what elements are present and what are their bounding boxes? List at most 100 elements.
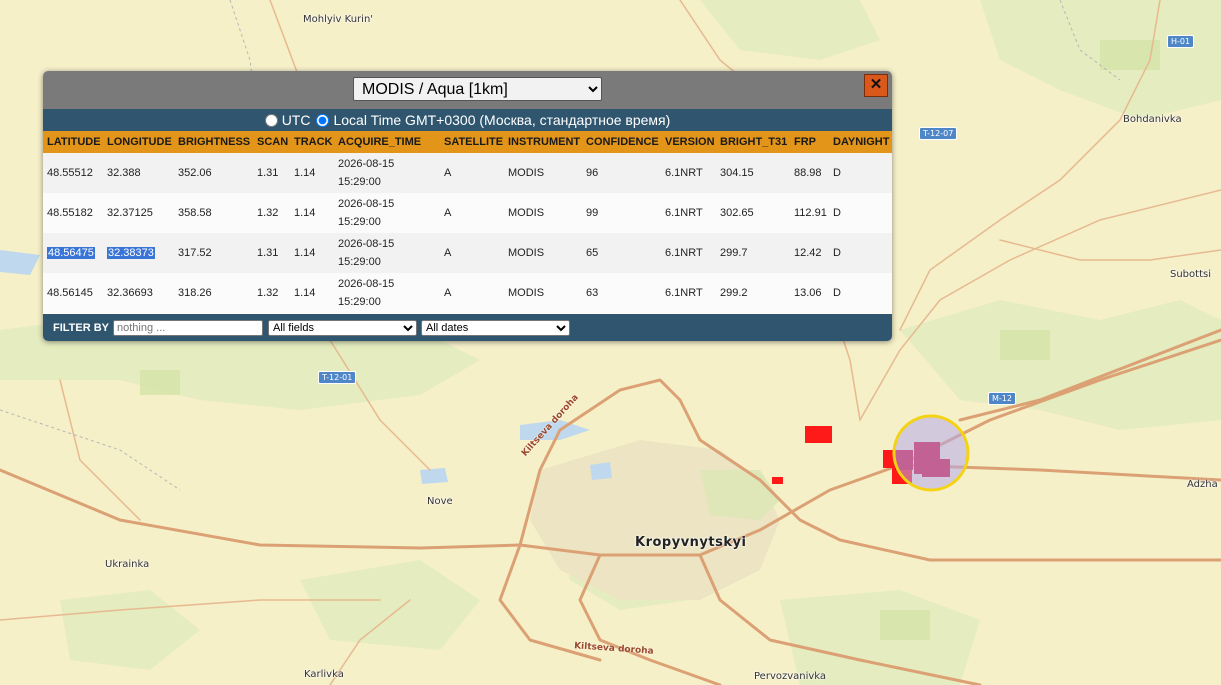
cell-latitude: 48.55512 <box>43 153 103 193</box>
cell-version: 6.1NRT <box>661 273 716 313</box>
filter-date-select[interactable]: All dates <box>421 319 571 336</box>
cell-longitude: 32.37125 <box>103 193 174 233</box>
cell-satellite: A <box>440 233 504 273</box>
cell-confidence: 65 <box>582 233 661 273</box>
fire-data-table: LATITUDE LONGITUDE BRIGHTNESS SCAN TRACK… <box>43 131 892 313</box>
table-header-row: LATITUDE LONGITUDE BRIGHTNESS SCAN TRACK… <box>43 131 892 153</box>
cell-acquire-time: 2026-08-15 15:29:00 <box>334 273 440 313</box>
column-header-brightness[interactable]: BRIGHTNESS <box>174 131 253 153</box>
column-header-track[interactable]: TRACK <box>290 131 334 153</box>
local-time-option[interactable]: Local Time GMT+0300 (Москва, стандартное… <box>316 112 670 128</box>
filter-text-input[interactable] <box>113 319 264 336</box>
table-row[interactable]: 48.56145 32.36693 318.26 1.32 1.14 2026-… <box>43 273 892 313</box>
acquire-date: 2026-08-15 <box>338 158 395 170</box>
cell-confidence: 63 <box>582 273 661 313</box>
cell-acquire-time: 2026-08-15 15:29:00 <box>334 233 440 273</box>
cell-track: 1.14 <box>290 153 334 193</box>
popup-header: MODIS / Aqua [1km] ✕ <box>43 71 892 109</box>
cell-latitude: 48.56145 <box>43 273 103 313</box>
timezone-bar: UTC Local Time GMT+0300 (Москва, стандар… <box>43 109 892 131</box>
column-header-daynight[interactable]: DAYNIGHT <box>829 131 892 153</box>
selected-text: 48.56475 <box>47 247 95 259</box>
cell-instrument: MODIS <box>504 153 582 193</box>
cell-bright-t31: 302.65 <box>716 193 790 233</box>
utc-option[interactable]: UTC <box>264 112 311 128</box>
close-icon: ✕ <box>869 76 883 93</box>
cell-track: 1.14 <box>290 193 334 233</box>
filter-by-label: FILTER BY <box>53 321 110 334</box>
cell-scan: 1.32 <box>253 193 290 233</box>
place-label-adzha: Adzha <box>1187 479 1218 490</box>
cell-bright-t31: 299.7 <box>716 233 790 273</box>
cell-scan: 1.31 <box>253 153 290 193</box>
cell-frp: 12.42 <box>790 233 829 273</box>
place-label-subottsi: Subottsi <box>1170 269 1211 280</box>
acquire-time: 15:29:00 <box>338 176 381 188</box>
utc-radio[interactable] <box>264 113 278 127</box>
place-label-bohdanivka: Bohdanivka <box>1123 114 1182 125</box>
cell-scan: 1.31 <box>253 233 290 273</box>
column-header-instrument[interactable]: INSTRUMENT <box>504 131 582 153</box>
place-label-nove: Nove <box>427 496 453 507</box>
column-header-bright-t31[interactable]: BRIGHT_T31 <box>716 131 790 153</box>
cell-bright-t31: 299.2 <box>716 273 790 313</box>
acquire-time: 15:29:00 <box>338 256 381 268</box>
table-row[interactable]: 48.55512 32.388 352.06 1.31 1.14 2026-08… <box>43 153 892 193</box>
cell-brightness: 317.52 <box>174 233 253 273</box>
column-header-latitude[interactable]: LATITUDE <box>43 131 103 153</box>
local-time-radio[interactable] <box>316 113 330 127</box>
road-shield-t1201: T-12-01 <box>318 371 357 384</box>
cell-version: 6.1NRT <box>661 153 716 193</box>
cell-brightness: 352.06 <box>174 153 253 193</box>
cell-satellite: A <box>440 153 504 193</box>
cell-track: 1.14 <box>290 273 334 313</box>
cell-daynight: D <box>829 233 892 273</box>
cell-acquire-time: 2026-08-15 15:29:00 <box>334 153 440 193</box>
utc-label: UTC <box>281 112 311 128</box>
cell-bright-t31: 304.15 <box>716 153 790 193</box>
column-header-confidence[interactable]: CONFIDENCE <box>582 131 661 153</box>
acquire-date: 2026-08-15 <box>338 198 395 210</box>
selected-fire-highlight <box>892 414 970 492</box>
acquire-date: 2026-08-15 <box>338 238 395 250</box>
column-header-acquire-time[interactable]: ACQUIRE_TIME <box>334 131 440 153</box>
satellite-select[interactable]: MODIS / Aqua [1km] <box>353 77 602 101</box>
cell-brightness: 318.26 <box>174 273 253 313</box>
cell-brightness: 358.58 <box>174 193 253 233</box>
local-time-label: Local Time GMT+0300 (Москва, стандартное… <box>333 112 671 128</box>
column-header-scan[interactable]: SCAN <box>253 131 290 153</box>
fire-pixel <box>772 477 783 484</box>
cell-instrument: MODIS <box>504 273 582 313</box>
cell-frp: 112.91 <box>790 193 829 233</box>
cell-latitude: 48.55182 <box>43 193 103 233</box>
column-header-frp[interactable]: FRP <box>790 131 829 153</box>
cell-instrument: MODIS <box>504 233 582 273</box>
cell-frp: 13.06 <box>790 273 829 313</box>
filter-field-select[interactable]: All fields <box>268 319 418 336</box>
cell-daynight: D <box>829 273 892 313</box>
acquire-time: 15:29:00 <box>338 296 381 308</box>
table-row[interactable]: 48.55182 32.37125 358.58 1.32 1.14 2026-… <box>43 193 892 233</box>
table-row[interactable]: 48.56475 32.38373 317.52 1.31 1.14 2026-… <box>43 233 892 273</box>
cell-latitude: 48.56475 <box>43 233 103 273</box>
acquire-date: 2026-08-15 <box>338 278 395 290</box>
cell-instrument: MODIS <box>504 193 582 233</box>
road-shield-h01: H-01 <box>1167 35 1195 48</box>
cell-scan: 1.32 <box>253 273 290 313</box>
cell-confidence: 99 <box>582 193 661 233</box>
fire-info-popup: MODIS / Aqua [1km] ✕ UTC Local Time GMT+… <box>43 71 892 341</box>
place-label-ukrainka: Ukrainka <box>105 559 150 570</box>
column-header-longitude[interactable]: LONGITUDE <box>103 131 174 153</box>
filter-bar: FILTER BY All fields All dates <box>43 314 892 341</box>
column-header-version[interactable]: VERSION <box>661 131 716 153</box>
place-label-mohlyiv-kurin: Mohlyiv Kurin' <box>303 14 374 25</box>
cell-longitude: 32.36693 <box>103 273 174 313</box>
column-header-satellite[interactable]: SATELLITE <box>440 131 504 153</box>
close-button[interactable]: ✕ <box>864 74 888 97</box>
cell-longitude: 32.38373 <box>103 233 174 273</box>
cell-satellite: A <box>440 273 504 313</box>
fire-pixel <box>805 426 832 443</box>
cell-daynight: D <box>829 193 892 233</box>
cell-satellite: A <box>440 193 504 233</box>
cell-version: 6.1NRT <box>661 233 716 273</box>
